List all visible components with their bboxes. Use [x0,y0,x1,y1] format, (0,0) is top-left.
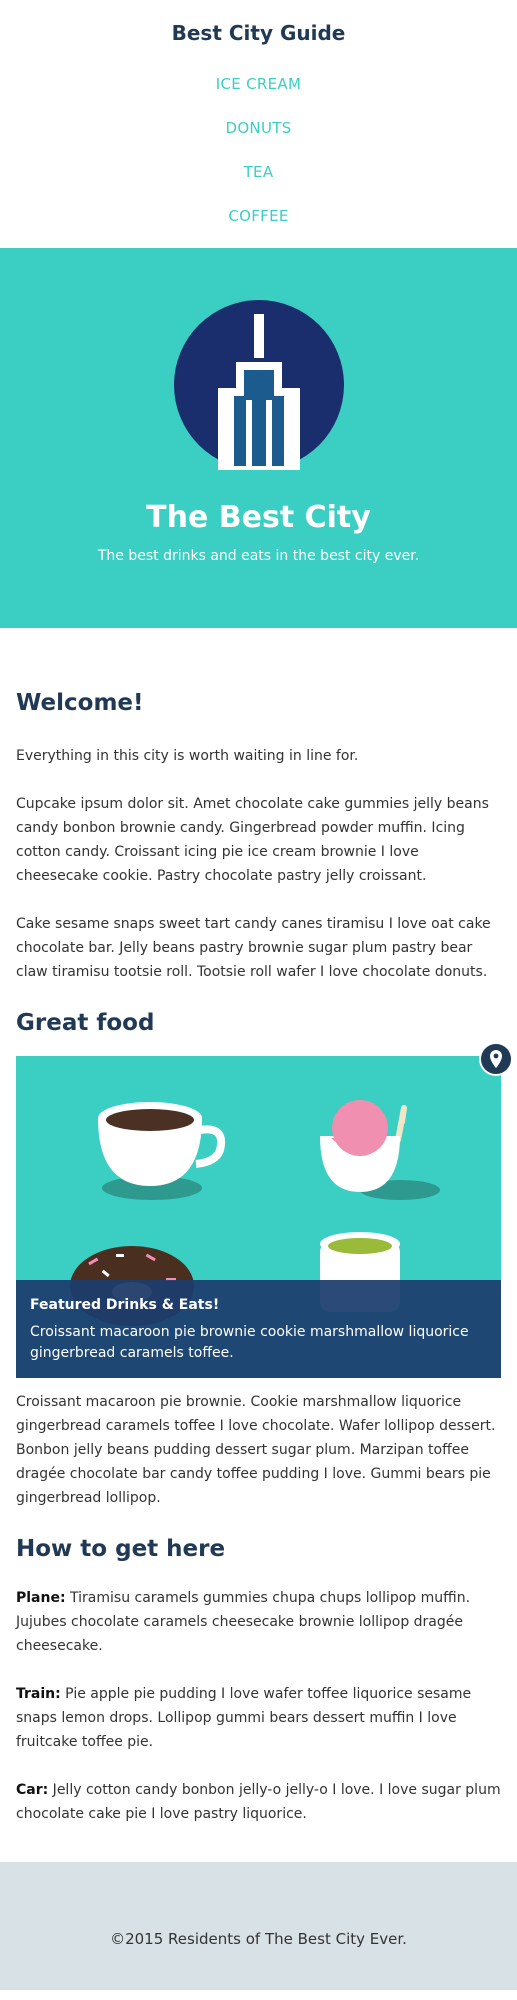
hero-title: The Best City [146,500,371,535]
travel-text: Pie apple pie pudding I love wafer toffe… [16,1686,472,1750]
nav-item-tea[interactable]: TEA [0,150,517,194]
travel-label: Car: [16,1782,49,1798]
hero-banner: The Best City The best drinks and eats i… [0,248,517,628]
howto-title: How to get here [16,1536,226,1562]
featured-food-figure: Featured Drinks & Eats! Croissant macaro… [16,1042,513,1378]
site-header: Best City Guide ICE CREAM DONUTS TEA COF… [0,0,517,248]
welcome-paragraph: Cupcake ipsum dolor sit. Amet chocolate … [16,796,489,884]
travel-label: Plane: [16,1590,66,1606]
travel-text: Jelly cotton candy bonbon jelly-o jelly-… [16,1782,501,1822]
city-building-icon [173,300,344,474]
footer-text: ©2015 Residents of The Best City Ever. [110,1930,407,1948]
map-pin-icon[interactable] [479,1042,513,1076]
welcome-paragraph: Everything in this city is worth waiting… [16,748,359,764]
travel-text: Tiramisu caramels gummies chupa chups lo… [16,1590,471,1654]
food-title: Great food [16,1010,155,1036]
hero-subtitle: The best drinks and eats in the best cit… [97,548,420,564]
travel-label: Train: [16,1686,61,1702]
welcome-title: Welcome! [16,690,144,716]
travel-train: Train: Pie apple pie pudding I love wafe… [16,1682,501,1754]
nav-item-coffee[interactable]: COFFEE [0,194,517,238]
nav-item-donuts[interactable]: DONUTS [0,106,517,150]
site-title[interactable]: Best City Guide [0,20,517,46]
site-footer: ©2015 Residents of The Best City Ever. [0,1862,517,1990]
caption-text: Croissant macaroon pie brownie cookie ma… [30,1324,469,1361]
welcome-paragraph: Cake sesame snaps sweet tart candy canes… [16,916,491,980]
figure-caption: Featured Drinks & Eats! Croissant macaro… [16,1280,501,1378]
main-content: Welcome! Everything in this city is wort… [0,628,517,1826]
caption-title: Featured Drinks & Eats! [30,1297,220,1313]
travel-plane: Plane: Tiramisu caramels gummies chupa c… [16,1586,501,1658]
nav-item-ice-cream[interactable]: ICE CREAM [0,62,517,106]
travel-car: Car: Jelly cotton candy bonbon jelly-o j… [16,1778,501,1826]
main-nav: ICE CREAM DONUTS TEA COFFEE [0,62,517,238]
food-paragraph: Croissant macaroon pie brownie. Cookie m… [16,1394,496,1506]
